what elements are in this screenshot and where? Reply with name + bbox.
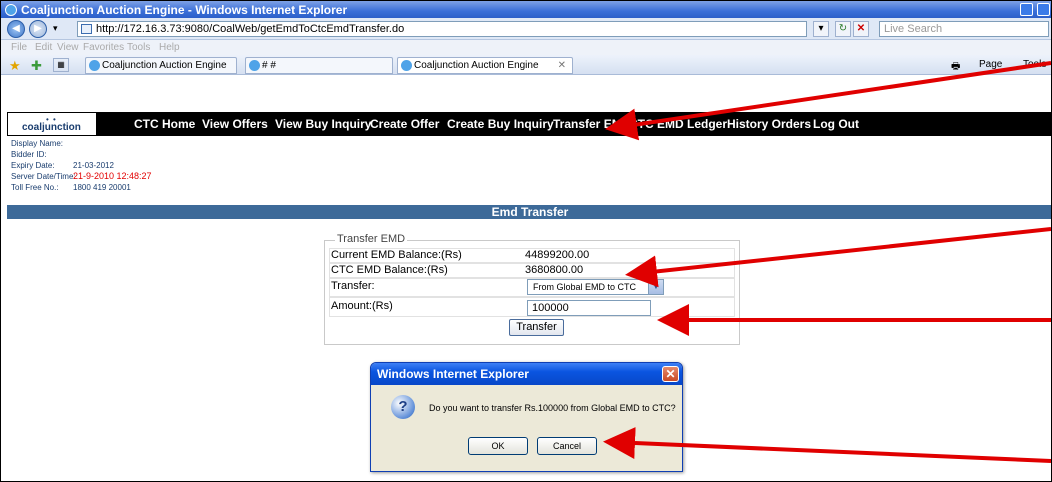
transfer-selected: From Global EMD to CTC <box>533 282 637 292</box>
nav-create-offer[interactable]: Create Offer <box>370 117 439 131</box>
page-menu[interactable]: Page <box>979 59 1002 70</box>
restore-button[interactable] <box>1037 3 1050 16</box>
cancel-button[interactable]: Cancel <box>537 437 597 455</box>
expiry-date-value: 21-03-2012 <box>73 161 114 170</box>
minimize-button[interactable] <box>1020 3 1033 16</box>
amount-input[interactable]: 100000 <box>527 300 651 316</box>
display-name-label: Display Name: <box>11 139 64 148</box>
address-bar-row: ◀ ▶ ▾ http://172.16.3.73:9080/CoalWeb/ge… <box>1 18 1051 40</box>
ctc-emd-label: CTC EMD Balance:(Rs) <box>331 264 448 276</box>
print-icon[interactable]: 🖶 <box>951 59 960 76</box>
back-button[interactable]: ◀ <box>7 20 25 38</box>
menu-edit[interactable]: Edit <box>35 42 52 53</box>
menu-favorites[interactable]: Favorites <box>83 42 124 53</box>
question-icon: ? <box>391 395 415 419</box>
tools-menu[interactable]: Tools <box>1023 59 1046 70</box>
url-dropdown-icon[interactable]: ▾ <box>813 21 829 37</box>
search-input[interactable]: Live Search <box>879 21 1049 37</box>
menu-bar: File Edit View Favorites Tools Help <box>1 40 1051 55</box>
toll-free-label: Toll Free No.: <box>11 183 59 192</box>
toll-free-value: 1800 419 20001 <box>73 183 131 192</box>
coaljunction-logo: • • coaljunction <box>7 112 97 136</box>
nav-transfer-emd[interactable]: Transfer EMD <box>553 117 630 131</box>
server-time-value: 21-9-2010 12:48:27 <box>73 171 152 181</box>
nav-ctc-home[interactable]: CTC Home <box>134 117 195 131</box>
ctc-emd-value: 3680800.00 <box>525 264 584 276</box>
forward-button[interactable]: ▶ <box>29 20 47 38</box>
transfer-label: Transfer: <box>331 280 375 292</box>
close-tab-icon[interactable]: ✕ <box>558 58 566 73</box>
url-field[interactable]: http://172.16.3.73:9080/CoalWeb/getEmdTo… <box>77 21 807 37</box>
ie-icon <box>89 60 100 71</box>
current-emd-value: 44899200.00 <box>525 249 590 261</box>
history-dropdown-icon[interactable]: ▾ <box>53 23 58 34</box>
menu-view[interactable]: View <box>57 42 79 53</box>
nav-view-buy-inquiry[interactable]: View Buy Inquiry <box>275 117 371 131</box>
nav-create-buy-inquiry[interactable]: Create Buy Inquiry <box>447 117 554 131</box>
section-title: Emd Transfer <box>491 205 569 219</box>
tab-1[interactable]: Coaljunction Auction Engine <box>85 57 237 74</box>
url-text: http://172.16.3.73:9080/CoalWeb/getEmdTo… <box>96 23 405 35</box>
fieldset-legend: Transfer EMD <box>335 233 408 245</box>
server-time-label: Server Date/Time: <box>11 172 76 181</box>
favorites-star-icon[interactable]: ★ <box>9 58 21 74</box>
bidder-id-label: Bidder ID: <box>11 150 47 159</box>
window-title: Coaljunction Auction Engine - Windows In… <box>21 2 348 17</box>
window-titlebar: Coaljunction Auction Engine - Windows In… <box>1 1 1051 18</box>
tab-2[interactable]: # # <box>245 57 393 74</box>
menu-tools[interactable]: Tools <box>127 42 150 53</box>
tabs-bar: ★ ✚ ▦ Coaljunction Auction Engine # # Co… <box>1 55 1051 76</box>
tab-active[interactable]: Coaljunction Auction Engine ✕ <box>397 57 573 74</box>
ie-icon <box>249 60 260 71</box>
current-emd-label: Current EMD Balance:(Rs) <box>331 249 462 261</box>
logo-text: coaljunction <box>22 122 81 133</box>
refresh-icon[interactable]: ↻ <box>835 21 851 37</box>
section-title-bar: Emd Transfer <box>7 205 1051 219</box>
transfer-button[interactable]: Transfer <box>509 319 564 336</box>
add-favorites-icon[interactable]: ✚ <box>31 58 42 74</box>
amount-label: Amount:(Rs) <box>331 300 393 312</box>
menu-file[interactable]: File <box>11 42 27 53</box>
quick-tabs-icon[interactable]: ▦ <box>53 58 69 72</box>
menu-help[interactable]: Help <box>159 42 180 53</box>
expiry-date-label: Expiry Date: <box>11 161 55 170</box>
page-icon <box>81 24 92 34</box>
tab-label: Coaljunction Auction Engine <box>414 60 539 71</box>
tab-label: Coaljunction Auction Engine <box>102 60 227 71</box>
stop-icon[interactable]: ✕ <box>853 21 869 37</box>
dialog-message: Do you want to transfer Rs.100000 from G… <box>429 403 676 413</box>
dialog-close-button[interactable]: ✕ <box>662 366 679 382</box>
nav-history-orders[interactable]: History Orders <box>727 117 811 131</box>
transfer-select[interactable]: From Global EMD to CTC ▼ <box>527 279 664 295</box>
ie-icon <box>401 60 412 71</box>
confirm-dialog: Windows Internet Explorer ✕ ? Do you wan… <box>370 362 683 472</box>
nav-ctc-emd-ledger[interactable]: CTC EMD Ledger <box>629 117 727 131</box>
tab-label: # # <box>262 60 276 71</box>
chevron-down-icon[interactable]: ▼ <box>648 280 663 294</box>
ok-button[interactable]: OK <box>468 437 528 455</box>
dialog-title: Windows Internet Explorer <box>371 363 682 385</box>
nav-view-offers[interactable]: View Offers <box>202 117 268 131</box>
ie-icon <box>5 3 17 16</box>
nav-log-out[interactable]: Log Out <box>813 117 859 131</box>
screenshot: Coaljunction Auction Engine - Windows In… <box>0 0 1052 482</box>
